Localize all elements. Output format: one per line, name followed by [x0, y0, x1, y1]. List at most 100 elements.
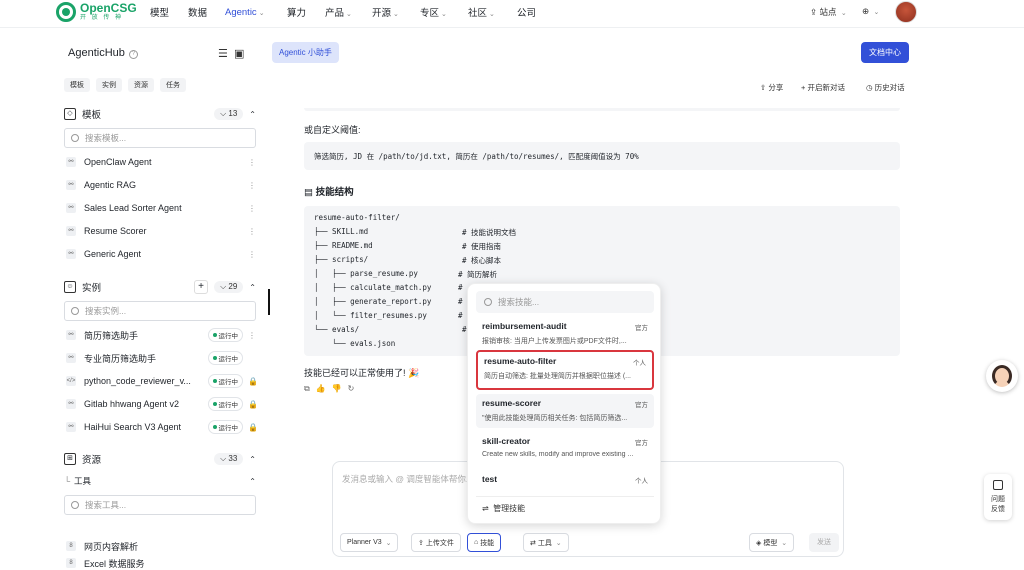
- list-item[interactable]: ⚯ Resume Scorer ⋮: [64, 221, 256, 241]
- manage-skills-button[interactable]: ⇌ 管理技能: [482, 503, 525, 514]
- copy-icon[interactable]: ⧉: [304, 384, 316, 393]
- templates-section: ◇ 模板 ⌵ 13 ⌃ 搜索模板... ⚯ OpenClaw Agent ⋮ ⚯ Ag…: [64, 106, 256, 274]
- upload-file-button[interactable]: ⇪ 上传文件: [411, 533, 461, 552]
- nav-item-models[interactable]: 模型: [150, 5, 169, 19]
- instances-search-input[interactable]: 搜索实例...: [64, 301, 256, 321]
- status-badge: 运行中: [207, 397, 243, 411]
- list-item[interactable]: ⚯ 简历筛选助手 运行中 ⋮: [64, 325, 256, 345]
- chevron-up-icon[interactable]: ⌃: [249, 283, 256, 292]
- assistant-avatar-button[interactable]: [986, 360, 1018, 392]
- list-item[interactable]: 8 网页内容解析: [64, 536, 256, 556]
- nav-item-zones[interactable]: 专区 ⌄: [420, 5, 447, 19]
- chevron-up-icon[interactable]: ⌃: [249, 477, 256, 486]
- top-navbar: OpenCSG 开 放 传 神 模型 数据 Agentic ⌄ 算力 产品 ⌄ 开源…: [0, 0, 1024, 28]
- skill-item[interactable]: reimbursement-audit 官方 报销审核: 当用户上传发票图片或PDF…: [476, 317, 654, 351]
- site-switch[interactable]: ⇪ 站点 ⌄: [810, 6, 847, 18]
- instances-header[interactable]: ☺ 实例 + ⌵ 29 ⌃: [64, 279, 256, 295]
- list-view-icon[interactable]: ☰: [218, 48, 228, 60]
- more-icon[interactable]: ⋮: [248, 181, 256, 190]
- skill-search-input[interactable]: 搜索技能...: [476, 291, 654, 313]
- list-item[interactable]: 8 Excel 数据服务: [64, 557, 256, 569]
- nav-item-compute[interactable]: 算力: [287, 5, 306, 19]
- chevron-down-icon: ⌄: [346, 11, 352, 18]
- list-item[interactable]: ⚯ Sales Lead Sorter Agent ⋮: [64, 198, 256, 218]
- skill-item[interactable]: skill-creator 官方 Create new skills, modify…: [476, 432, 654, 466]
- nav-item-community[interactable]: 社区 ⌄: [468, 5, 495, 19]
- tool-icon: 8: [66, 541, 76, 551]
- brand-logo[interactable]: OpenCSG 开 放 传 神: [56, 2, 137, 22]
- resources-header[interactable]: ⊞ 资源 ⌵ 33 ⌃: [64, 451, 256, 467]
- more-icon[interactable]: ⋮: [248, 250, 256, 259]
- chevron-up-icon[interactable]: ⌃: [249, 455, 256, 464]
- skill-item[interactable]: test 个人: [476, 470, 654, 494]
- cube-icon: ◇: [64, 108, 76, 120]
- model-select[interactable]: ◈ 模型 ⌄: [749, 533, 795, 552]
- skill-item[interactable]: resume-scorer 官方 "使用此技能处理简历相关任务: 包括简历筛选...: [476, 394, 654, 428]
- add-instance-button[interactable]: +: [194, 280, 209, 294]
- list-item[interactable]: ⚯ Gitlab hhwang Agent v2 运行中 🔒: [64, 394, 258, 414]
- nav-item-datasets[interactable]: 数据: [188, 5, 207, 19]
- more-icon[interactable]: ⋮: [248, 227, 256, 236]
- chip-templates[interactable]: 模板: [64, 78, 90, 92]
- more-icon[interactable]: ⋮: [248, 158, 256, 167]
- chip-resources[interactable]: 资源: [128, 78, 154, 92]
- list-item[interactable]: </> python_code_reviewer_v... 运行中 🔒: [64, 371, 258, 391]
- chevron-up-icon[interactable]: ⌃: [249, 110, 256, 119]
- chip-tasks[interactable]: 任务: [160, 78, 186, 92]
- settings-icon: ⇌: [482, 504, 489, 513]
- chip-instances[interactable]: 实例: [96, 78, 122, 92]
- sidebar-tools: ☰ ▣: [218, 47, 244, 60]
- refresh-icon[interactable]: ↻: [348, 384, 361, 393]
- panel-toggle-icon[interactable]: ▣: [234, 48, 244, 60]
- more-icon[interactable]: ⋮: [248, 331, 256, 340]
- tools-subheader[interactable]: └ 工具 ⌃: [64, 473, 256, 489]
- thumbs-down-icon[interactable]: 👎: [332, 384, 348, 393]
- templates-header[interactable]: ◇ 模板 ⌵ 13 ⌃: [64, 106, 256, 122]
- search-icon: [484, 298, 492, 306]
- nav-item-company[interactable]: 公司: [517, 5, 536, 19]
- section-heading: ▤ 技能结构: [304, 187, 354, 198]
- agent-icon: ⚯: [66, 157, 76, 167]
- resize-handle[interactable]: [268, 289, 270, 315]
- help-icon[interactable]: ?: [128, 50, 138, 59]
- chevron-down-icon: ⌄: [873, 9, 880, 16]
- chevron-down-icon: ⌄: [441, 11, 447, 18]
- search-icon: [71, 134, 79, 142]
- nav-item-agentic[interactable]: Agentic ⌄: [225, 7, 265, 18]
- brand-name: OpenCSG: [80, 1, 137, 15]
- list-item[interactable]: ⚯ Generic Agent ⋮: [64, 244, 256, 264]
- list-item[interactable]: ⚯ Agentic RAG ⋮: [64, 175, 256, 195]
- templates-search-input[interactable]: 搜索模板...: [64, 128, 256, 148]
- language-switch[interactable]: ⊕ ⌄: [862, 6, 879, 17]
- message-input[interactable]: 发消息或输入 @ 调度智能体帮你...: [342, 473, 473, 485]
- skill-item-selected[interactable]: resume-auto-filter 个人 简历自动筛选: 批量处理简历并根据职位描…: [476, 350, 654, 390]
- tab-agentic-assistant[interactable]: Agentic 小助手: [272, 42, 339, 63]
- send-button[interactable]: 发送: [809, 533, 839, 552]
- thumbs-up-icon[interactable]: 👍: [316, 384, 332, 393]
- list-item[interactable]: ⚯ 专业简历筛选助手 运行中: [64, 348, 256, 368]
- plus-icon: +: [801, 83, 806, 92]
- user-avatar[interactable]: [895, 1, 917, 23]
- tool-icon: 8: [66, 558, 76, 568]
- planner-select[interactable]: Planner V3 ⌄: [340, 533, 399, 552]
- code-icon: </>: [66, 376, 76, 386]
- list-item[interactable]: ⚯ HaiHui Search V3 Agent 运行中 🔒: [64, 417, 258, 437]
- brand-sub: 开 放 传 神: [80, 15, 124, 21]
- feedback-button[interactable]: 问题 反馈: [984, 474, 1012, 520]
- more-icon[interactable]: ⋮: [248, 204, 256, 213]
- agent-icon: ⚯: [66, 203, 76, 213]
- skill-button[interactable]: ⌂ 技能: [467, 533, 502, 552]
- share-button[interactable]: ⇧ 分享: [760, 82, 783, 93]
- agent-icon: ⚯: [66, 422, 76, 432]
- agent-icon: ⚯: [66, 249, 76, 259]
- resources-count: ⌵ 33: [214, 453, 244, 465]
- nav-item-products[interactable]: 产品 ⌄: [325, 5, 352, 19]
- nav-item-opensource[interactable]: 开源 ⌄: [372, 5, 399, 19]
- tools-button[interactable]: ⇄ 工具 ⌄: [523, 533, 569, 552]
- history-button[interactable]: ◷ 历史对话: [866, 82, 905, 93]
- new-chat-button[interactable]: + 开启新对话: [801, 82, 845, 93]
- tools-search-input[interactable]: 搜索工具...: [64, 495, 256, 515]
- docs-center-button[interactable]: 文档中心: [861, 42, 909, 63]
- code-block: 筛选简历, JD 在 /path/to/jd.txt, 简历在 /path/to…: [304, 142, 900, 170]
- list-item[interactable]: ⚯ OpenClaw Agent ⋮: [64, 152, 256, 172]
